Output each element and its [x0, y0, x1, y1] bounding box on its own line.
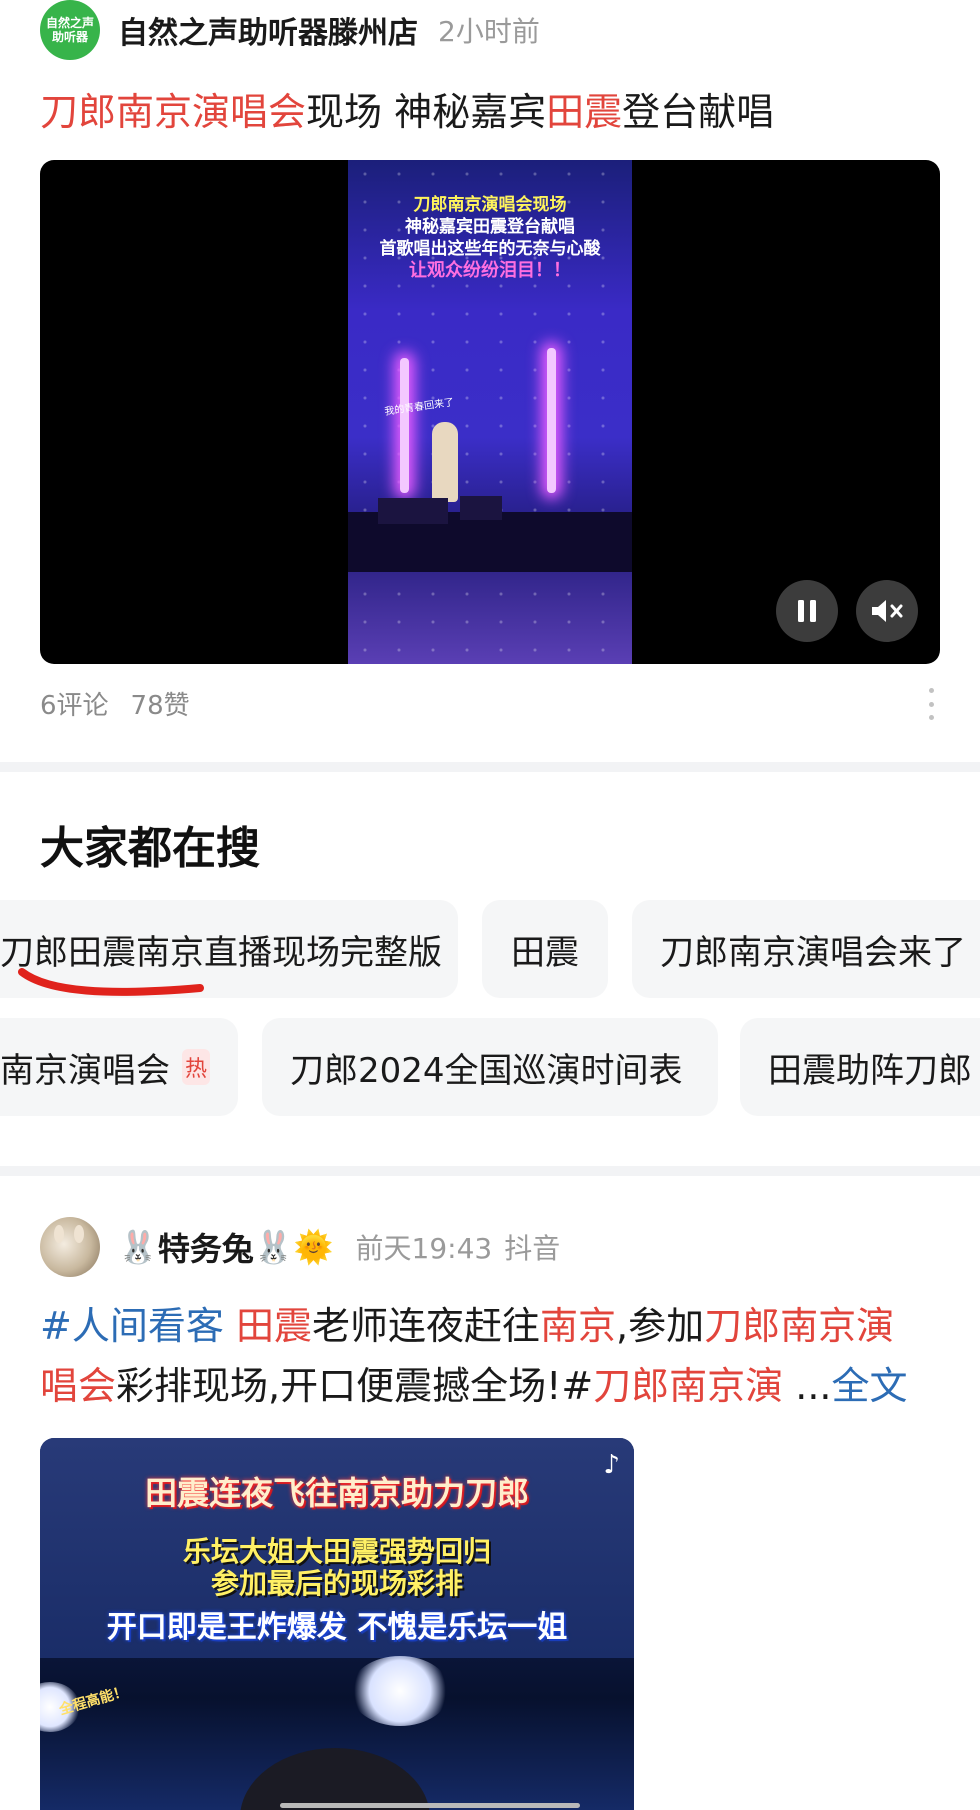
stage-light — [547, 348, 556, 493]
like-count[interactable]: 78赞 — [131, 685, 190, 722]
keyword-link[interactable]: 田震 — [236, 1304, 312, 1348]
hand-drawn-underline — [18, 968, 204, 996]
author-avatar[interactable]: 自然之声 助听器 — [40, 0, 100, 60]
post2-header: 🐰 特务兔 🐰 🌞 前天19:43 抖音 — [40, 1216, 560, 1278]
hot-badge: 热 — [182, 1049, 210, 1085]
post-body-line: #人间看客 田震老师连夜赶往南京,参加刀郎南京演 — [40, 1296, 950, 1356]
search-chip[interactable]: 田震助阵刀郎 — [740, 1018, 980, 1116]
pause-icon — [798, 600, 816, 622]
search-chip-label: 刀郎南京演唱会来了 — [660, 932, 966, 973]
stage-speaker — [460, 496, 502, 520]
search-chip[interactable]: 刀郎南京演唱会来了 — [632, 900, 980, 998]
mute-button[interactable] — [856, 580, 918, 642]
section-divider — [0, 1166, 980, 1176]
post-body[interactable]: #人间看客 田震老师连夜赶往南京,参加刀郎南京演 唱会彩排现场,开口便震撼全场!… — [40, 1296, 950, 1416]
spotlight — [350, 1656, 450, 1726]
keyword-link[interactable]: 唱会 — [40, 1364, 116, 1408]
search-chip-label: 田震助阵刀郎 — [768, 1050, 972, 1091]
search-chip[interactable]: 刀郎2024全国巡演时间表 — [262, 1018, 718, 1116]
video-frame: 刀郎南京演唱会现场 神秘嘉宾田震登台献唱 首歌唱出这些年的无奈与心酸 让观众纷纷… — [348, 160, 632, 664]
body-text: 老师连夜赶往 — [311, 1304, 540, 1348]
keyword-link[interactable]: 刀郎南京演 — [593, 1364, 783, 1408]
video-player[interactable]: 刀郎南京演唱会现场 神秘嘉宾田震登台献唱 首歌唱出这些年的无奈与心酸 让观众纷纷… — [40, 160, 940, 664]
more-options-icon[interactable] — [926, 688, 936, 720]
search-chip-label: 南京演唱会 — [0, 1050, 170, 1091]
search-chip-label: 刀郎2024全国巡演时间表 — [290, 1050, 683, 1091]
read-full-link[interactable]: 全文 — [832, 1364, 908, 1408]
ellipsis: ... — [783, 1364, 832, 1408]
title-keyword[interactable]: 刀郎南京演唱会 — [40, 90, 306, 134]
author-name[interactable]: 🐰 特务兔 🐰 🌞 — [118, 1224, 334, 1270]
image-caption: 田震连夜飞往南京助力刀郎 — [144, 1474, 529, 1512]
post-title[interactable]: 刀郎南京演唱会现场 神秘嘉宾田震登台献唱 — [40, 82, 774, 142]
post-image[interactable]: ♪ 田震连夜飞往南京助力刀郎 乐坛大姐大田震强势回归 参加最后的现场彩排 开口即… — [40, 1438, 634, 1810]
singer-figure — [432, 422, 458, 502]
title-keyword[interactable]: 田震 — [546, 90, 622, 134]
search-chip[interactable]: 南京演唱会热 — [0, 1018, 238, 1116]
section-divider — [0, 762, 980, 772]
post-source: 抖音 — [504, 1232, 561, 1265]
post-body-line: 唱会彩排现场,开口便震撼全场!#刀郎南京演 ...全文 — [40, 1356, 950, 1416]
search-chip-label: 田震 — [511, 932, 579, 973]
body-text: ,参加 — [615, 1304, 705, 1348]
trending-search-title: 大家都在搜 — [40, 823, 260, 874]
author-avatar[interactable] — [40, 1217, 100, 1277]
title-text: 现场 神秘嘉宾 — [306, 90, 547, 134]
bunny-emoji-icon: 🐰 — [253, 1228, 294, 1266]
post-time: 前天19:43 — [355, 1232, 493, 1265]
stage-light — [400, 358, 409, 493]
text-space — [224, 1304, 236, 1348]
sun-emoji-icon: 🌞 — [293, 1228, 334, 1266]
search-chip[interactable]: 田震 — [482, 900, 608, 998]
post-time: 2小时前 — [438, 15, 540, 48]
image-caption: 参加最后的现场彩排 — [210, 1567, 463, 1600]
body-text: 彩排现场,开口便震撼全场!# — [116, 1364, 594, 1408]
author-name[interactable]: 自然之声助听器滕州店 — [118, 8, 418, 52]
bunny-emoji-icon: 🐰 — [118, 1228, 158, 1266]
singer-figure — [240, 1748, 430, 1810]
hashtag-link[interactable]: #人间看客 — [40, 1304, 224, 1348]
video-caption: 让观众纷纷泪目！！ — [409, 260, 571, 281]
post1-header: 自然之声 助听器 自然之声助听器滕州店 2小时前 — [40, 0, 940, 60]
stage-speaker — [378, 498, 448, 524]
title-text: 登台献唱 — [622, 90, 775, 134]
scroll-indicator — [280, 1803, 580, 1808]
post-meta: 前天19:43 抖音 — [356, 1227, 561, 1267]
post-stats: 6评论 78赞 — [40, 680, 190, 726]
mute-icon — [872, 600, 903, 622]
avatar-text-line1: 自然之声 — [45, 16, 94, 30]
author-name-text: 特务兔 — [157, 1230, 254, 1268]
comment-count[interactable]: 6评论 — [40, 685, 109, 722]
keyword-link[interactable]: 刀郎南京演 — [704, 1304, 894, 1348]
image-caption: 开口即是王炸爆发 不愧是乐坛一姐 — [106, 1610, 568, 1645]
pause-button[interactable] — [776, 580, 838, 642]
avatar-text-line2: 助听器 — [51, 30, 88, 44]
keyword-link[interactable]: 南京 — [540, 1304, 616, 1348]
